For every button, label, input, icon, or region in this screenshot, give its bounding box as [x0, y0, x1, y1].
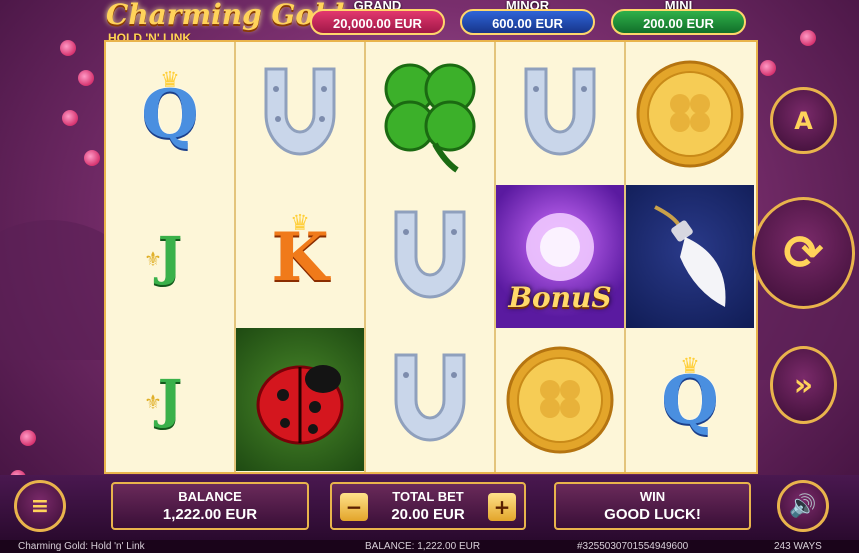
symbol-horseshoe — [236, 42, 364, 185]
status-ways: 243 WAYS — [774, 541, 822, 552]
win-value: GOOD LUCK! — [604, 506, 701, 523]
reel-3 — [366, 42, 496, 472]
win-label: WIN — [639, 489, 666, 504]
balance-label: BALANCE — [178, 489, 242, 504]
decrease-bet-button[interactable]: − — [340, 493, 368, 521]
balance-panel: BALANCE 1,222.00 EUR — [111, 482, 309, 530]
cherry-blossom — [78, 70, 94, 86]
bonus-label: BonuS — [508, 281, 612, 314]
menu-button[interactable]: ≡ — [14, 480, 66, 532]
symbol-j: ⚜ J — [106, 185, 234, 328]
horseshoe-icon — [524, 67, 596, 155]
sound-button[interactable]: 🔊 — [777, 480, 829, 532]
cherry-blossom — [60, 40, 76, 56]
turbo-button[interactable]: » — [770, 346, 837, 424]
symbol-horseshoe — [496, 42, 624, 185]
jackpot-minor: MINOR 600.00 EUR — [460, 0, 595, 38]
symbol-gold-coin — [496, 328, 624, 471]
cherry-blossom — [62, 110, 78, 126]
rabbit-foot-icon — [654, 204, 726, 307]
symbol-ladybug — [236, 328, 364, 471]
win-panel: WIN GOOD LUCK! — [554, 482, 751, 530]
jackpot-grand-value: 20,000.00 EUR — [310, 9, 445, 35]
total-bet-panel: − TOTAL BET 20.00 EUR + — [330, 482, 526, 530]
reel-5: ♛ Q — [626, 42, 756, 472]
crown-icon: ♛ — [290, 211, 310, 236]
speaker-icon: 🔊 — [789, 493, 817, 519]
menu-icon: ≡ — [30, 493, 50, 519]
status-game-title: Charming Gold: Hold 'n' Link — [18, 541, 145, 552]
horseshoe-icon — [394, 210, 466, 298]
symbol-horseshoe — [366, 185, 494, 328]
horseshoe-icon — [394, 353, 466, 441]
reel-4: BonuS — [496, 42, 626, 472]
horseshoe-icon — [264, 67, 336, 155]
logo-title: Charming Gold — [106, 0, 345, 31]
cherry-blossom — [800, 30, 816, 46]
crown-icon: ♛ — [680, 354, 700, 379]
cherry-blossom — [760, 60, 776, 76]
symbol-q: ♛ Q — [626, 328, 754, 471]
reel-2: ♛ K — [236, 42, 366, 472]
spin-button[interactable]: ⟳ — [752, 197, 855, 309]
jackpot-minor-value: 600.00 EUR — [460, 9, 595, 35]
spin-icon: ⟳ — [783, 225, 824, 281]
increase-bet-button[interactable]: + — [488, 493, 516, 521]
jackpot-mini-value: 200.00 EUR — [611, 9, 746, 35]
symbol-rabbit-foot — [626, 185, 754, 328]
symbol-gold-coin — [626, 42, 754, 185]
symbol-k: ♛ K — [236, 185, 364, 328]
symbol-j: ⚜ J — [106, 328, 234, 471]
reel-grid: ♛ Q ⚜ J ⚜ J ♛ K BonuS ♛ Q — [104, 40, 758, 474]
reel-1: ♛ Q ⚜ J ⚜ J — [106, 42, 236, 472]
four-leaf-clover-icon — [384, 63, 476, 172]
fast-forward-icon: » — [793, 367, 814, 403]
symbol-q: ♛ Q — [106, 42, 234, 185]
fleur-de-lis-icon: ⚜ — [144, 390, 162, 414]
symbol-clover — [366, 42, 494, 185]
status-bar: Charming Gold: Hold 'n' Link BALANCE: 1,… — [0, 540, 859, 553]
symbol-bonus: BonuS — [496, 185, 624, 328]
gold-coin-icon — [506, 346, 614, 453]
symbol-horseshoe — [366, 328, 494, 471]
autoplay-button[interactable]: A — [770, 87, 837, 154]
status-balance: BALANCE: 1,222.00 EUR — [365, 541, 481, 552]
balance-value: 1,222.00 EUR — [162, 506, 258, 523]
cherry-blossom — [84, 150, 100, 166]
jackpot-grand: GRAND 20,000.00 EUR — [310, 0, 445, 38]
autoplay-icon: A — [794, 106, 813, 135]
cherry-blossom — [20, 430, 36, 446]
crown-icon: ♛ — [160, 68, 180, 93]
jackpot-mini: MINI 200.00 EUR — [611, 0, 746, 38]
bottom-bar: ≡ BALANCE 1,222.00 EUR − TOTAL BET 20.00… — [0, 475, 859, 540]
gold-coin-icon — [636, 60, 744, 167]
crystal-ball-icon — [526, 212, 594, 281]
fleur-de-lis-icon: ⚜ — [144, 247, 162, 271]
ladybug-icon — [256, 364, 344, 444]
status-round-id: #32550307015549496​00 — [577, 541, 689, 552]
